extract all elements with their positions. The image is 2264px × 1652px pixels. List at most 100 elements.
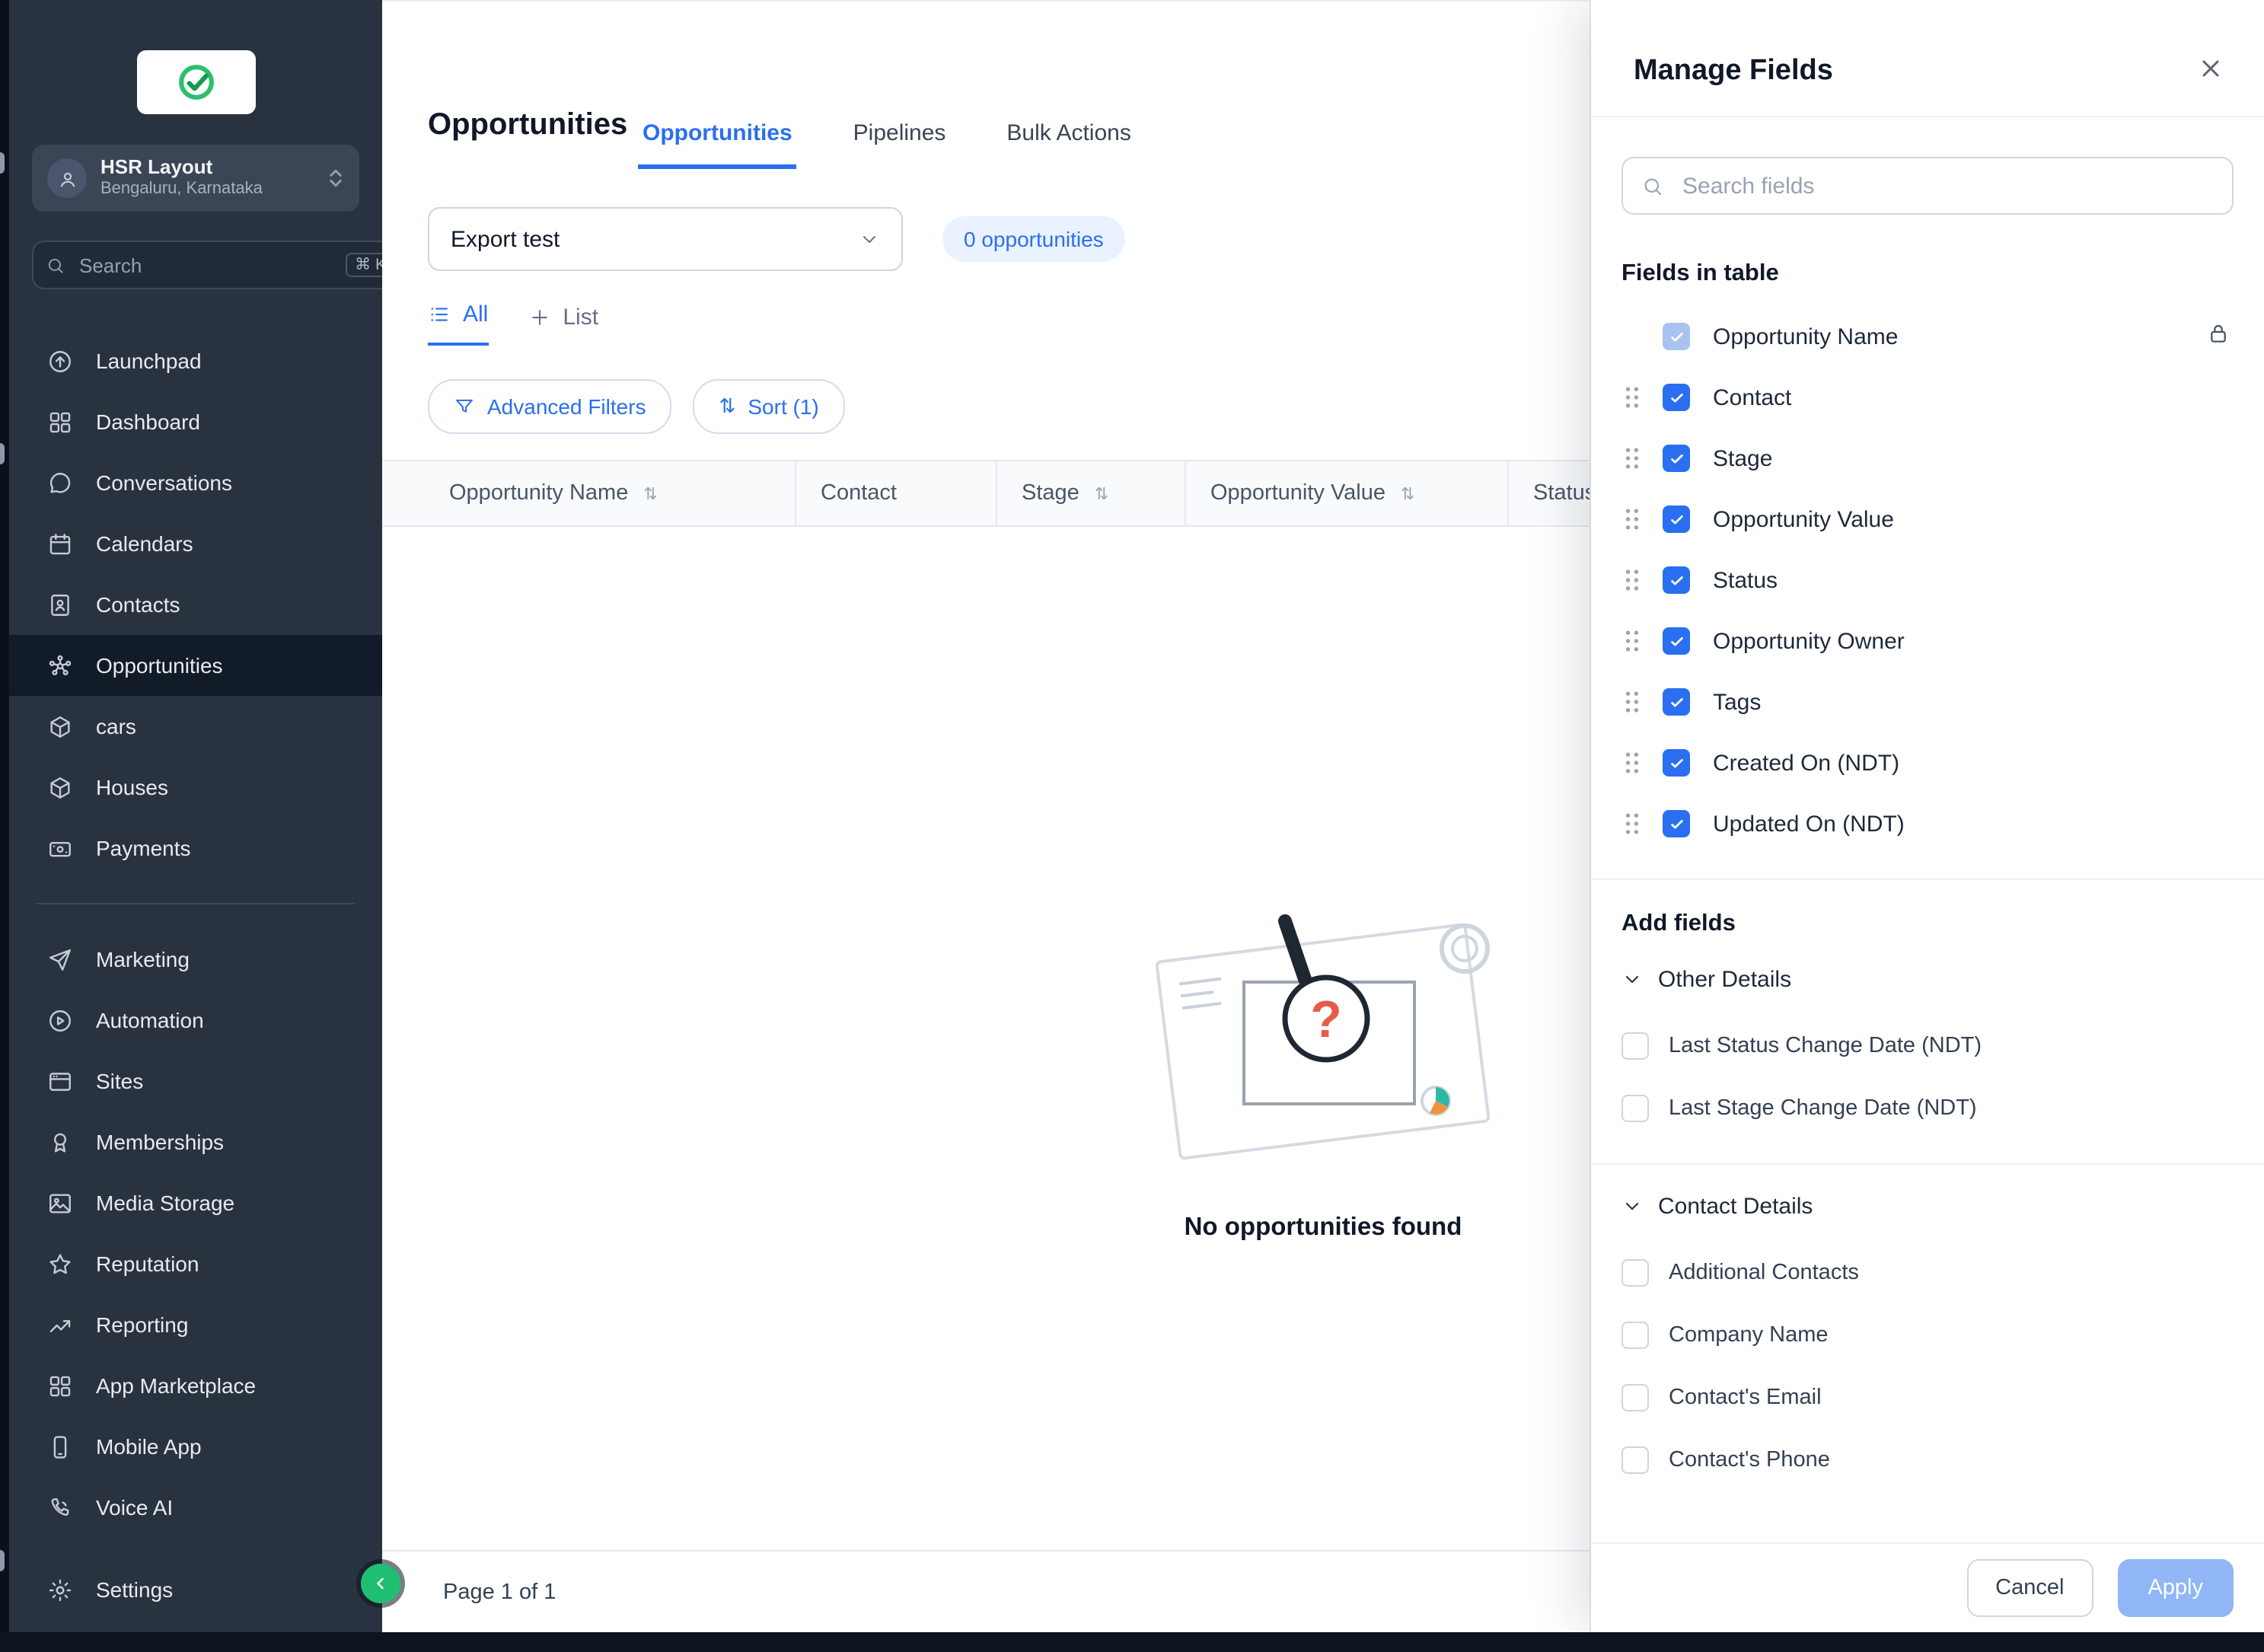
- group-contact-details[interactable]: Contact Details: [1591, 1171, 2264, 1241]
- sidebar-item-marketing[interactable]: Marketing: [9, 929, 382, 990]
- sidebar-item-opportunities[interactable]: Opportunities: [9, 635, 382, 696]
- image-icon: [47, 1190, 73, 1216]
- sidebar-item-voice-ai[interactable]: Voice AI: [9, 1477, 382, 1538]
- sidebar-collapse-button[interactable]: [361, 1564, 400, 1603]
- sidebar-item-launchpad[interactable]: Launchpad: [9, 330, 382, 391]
- drag-handle-icon[interactable]: [1621, 688, 1643, 716]
- sidebar-item-app-marketplace[interactable]: App Marketplace: [9, 1355, 382, 1416]
- field-checkbox[interactable]: [1621, 1094, 1649, 1121]
- add-field-last-stage-change: Last Stage Change Date (NDT): [1591, 1076, 2264, 1139]
- drag-handle-icon[interactable]: [1621, 749, 1643, 777]
- sort-label: Sort (1): [748, 394, 818, 419]
- fields-search[interactable]: [1621, 157, 2234, 215]
- sidebar-item-label: Mobile App: [96, 1434, 202, 1459]
- field-label: Contact: [1713, 384, 1791, 410]
- sidebar-search[interactable]: ⌘ K: [32, 241, 382, 289]
- sidebar-item-contacts[interactable]: Contacts: [9, 574, 382, 635]
- drag-handle-icon[interactable]: [1621, 627, 1643, 655]
- field-checkbox[interactable]: [1663, 445, 1690, 472]
- field-label: Opportunity Name: [1713, 324, 1898, 349]
- sidebar-item-mobile-app[interactable]: Mobile App: [9, 1416, 382, 1477]
- sidebar-item-houses[interactable]: Houses: [9, 757, 382, 818]
- view-tab-all[interactable]: All: [428, 301, 488, 346]
- tab-bulk-actions[interactable]: Bulk Actions: [1002, 120, 1135, 169]
- sidebar-item-dashboard[interactable]: Dashboard: [9, 391, 382, 452]
- field-checkbox[interactable]: [1663, 505, 1690, 533]
- chat-icon: [47, 470, 73, 496]
- column-header-opportunity-name[interactable]: Opportunity Name⇅: [382, 461, 796, 525]
- field-checkbox[interactable]: [1621, 1258, 1649, 1286]
- field-checkbox[interactable]: [1621, 1032, 1649, 1059]
- field-checkbox[interactable]: [1621, 1446, 1649, 1473]
- sidebar-item-reporting[interactable]: Reporting: [9, 1294, 382, 1355]
- group-label: Other Details: [1658, 966, 1791, 992]
- search-icon: [1641, 174, 1664, 197]
- pipeline-select[interactable]: Export test: [428, 207, 903, 271]
- field-checkbox[interactable]: [1663, 688, 1690, 716]
- sort-caret-icon: ⇅: [1401, 483, 1414, 503]
- close-icon: [2197, 55, 2224, 82]
- view-tab-add-list[interactable]: List: [528, 305, 598, 346]
- cancel-button[interactable]: Cancel: [1966, 1559, 2093, 1617]
- browser-icon: [47, 1068, 73, 1094]
- sidebar-item-conversations[interactable]: Conversations: [9, 452, 382, 513]
- apply-button[interactable]: Apply: [2117, 1559, 2234, 1617]
- field-row-opportunity-owner: Opportunity Owner: [1591, 611, 2264, 671]
- fields-search-input[interactable]: [1679, 171, 2214, 200]
- field-checkbox[interactable]: [1621, 1321, 1649, 1348]
- field-label: Stage: [1713, 445, 1772, 471]
- select-chevrons-icon: [327, 166, 344, 190]
- sidebar-search-input[interactable]: [76, 252, 335, 278]
- add-field-label: Last Stage Change Date (NDT): [1669, 1095, 1977, 1120]
- sidebar-item-label: Sites: [96, 1069, 143, 1093]
- sidebar-item-label: Conversations: [96, 470, 232, 495]
- column-header-stage[interactable]: Stage⇅: [997, 461, 1186, 525]
- sidebar-item-payments[interactable]: Payments: [9, 818, 382, 879]
- field-checkbox[interactable]: [1663, 384, 1690, 411]
- drag-handle-icon[interactable]: [1621, 445, 1643, 472]
- column-header-opportunity-value[interactable]: Opportunity Value⇅: [1186, 461, 1509, 525]
- group-other-details[interactable]: Other Details: [1591, 944, 2264, 1014]
- sidebar-item-memberships[interactable]: Memberships: [9, 1111, 382, 1172]
- close-button[interactable]: [2197, 55, 2224, 90]
- sidebar-item-calendars[interactable]: Calendars: [9, 513, 382, 574]
- advanced-filters-button[interactable]: Advanced Filters: [428, 379, 672, 434]
- sort-button[interactable]: ⇅ Sort (1): [694, 379, 845, 434]
- empty-state-illustration: ?: [1110, 869, 1536, 1174]
- sidebar-item-reputation[interactable]: Reputation: [9, 1233, 382, 1294]
- field-label: Opportunity Owner: [1713, 628, 1905, 654]
- field-checkbox[interactable]: [1621, 1383, 1649, 1411]
- opportunity-count-badge: 0 opportunities: [942, 216, 1125, 262]
- column-label: Stage: [1022, 481, 1079, 505]
- rail-notch: [0, 152, 5, 174]
- sidebar-item-cars[interactable]: cars: [9, 696, 382, 757]
- drag-handle-icon[interactable]: [1621, 810, 1643, 837]
- search-shortcut-badge: ⌘ K: [346, 253, 382, 277]
- voice-icon: [47, 1494, 73, 1520]
- sidebar-item-media-storage[interactable]: Media Storage: [9, 1172, 382, 1233]
- sidebar-item-label: Calendars: [96, 531, 193, 556]
- search-icon: [46, 255, 65, 275]
- field-checkbox[interactable]: [1663, 749, 1690, 777]
- tab-pipelines[interactable]: Pipelines: [849, 120, 951, 169]
- field-checkbox[interactable]: [1663, 566, 1690, 594]
- view-tab-label: All: [463, 301, 488, 327]
- drag-handle-icon[interactable]: [1621, 566, 1643, 594]
- add-field-company-name: Company Name: [1591, 1303, 2264, 1366]
- sidebar-item-sites[interactable]: Sites: [9, 1051, 382, 1111]
- brand-logo: [136, 50, 255, 114]
- drag-handle-icon[interactable]: [1621, 384, 1643, 411]
- paper-plane-icon: [47, 946, 73, 972]
- panel-divider: [1591, 1163, 2264, 1165]
- column-header-contact[interactable]: Contact: [796, 461, 997, 525]
- trend-icon: [47, 1312, 73, 1338]
- field-checkbox[interactable]: [1663, 627, 1690, 655]
- sort-arrows-icon: ⇅: [719, 394, 736, 419]
- tab-opportunities[interactable]: Opportunities: [638, 120, 797, 169]
- account-switcher[interactable]: HSR Layout Bengaluru, Karnataka: [32, 145, 359, 212]
- drag-handle-icon[interactable]: [1621, 505, 1643, 533]
- field-checkbox[interactable]: [1663, 810, 1690, 837]
- sidebar-item-settings[interactable]: Settings: [9, 1559, 382, 1620]
- sidebar-item-automation[interactable]: Automation: [9, 990, 382, 1051]
- chevron-down-icon: [1621, 1195, 1643, 1217]
